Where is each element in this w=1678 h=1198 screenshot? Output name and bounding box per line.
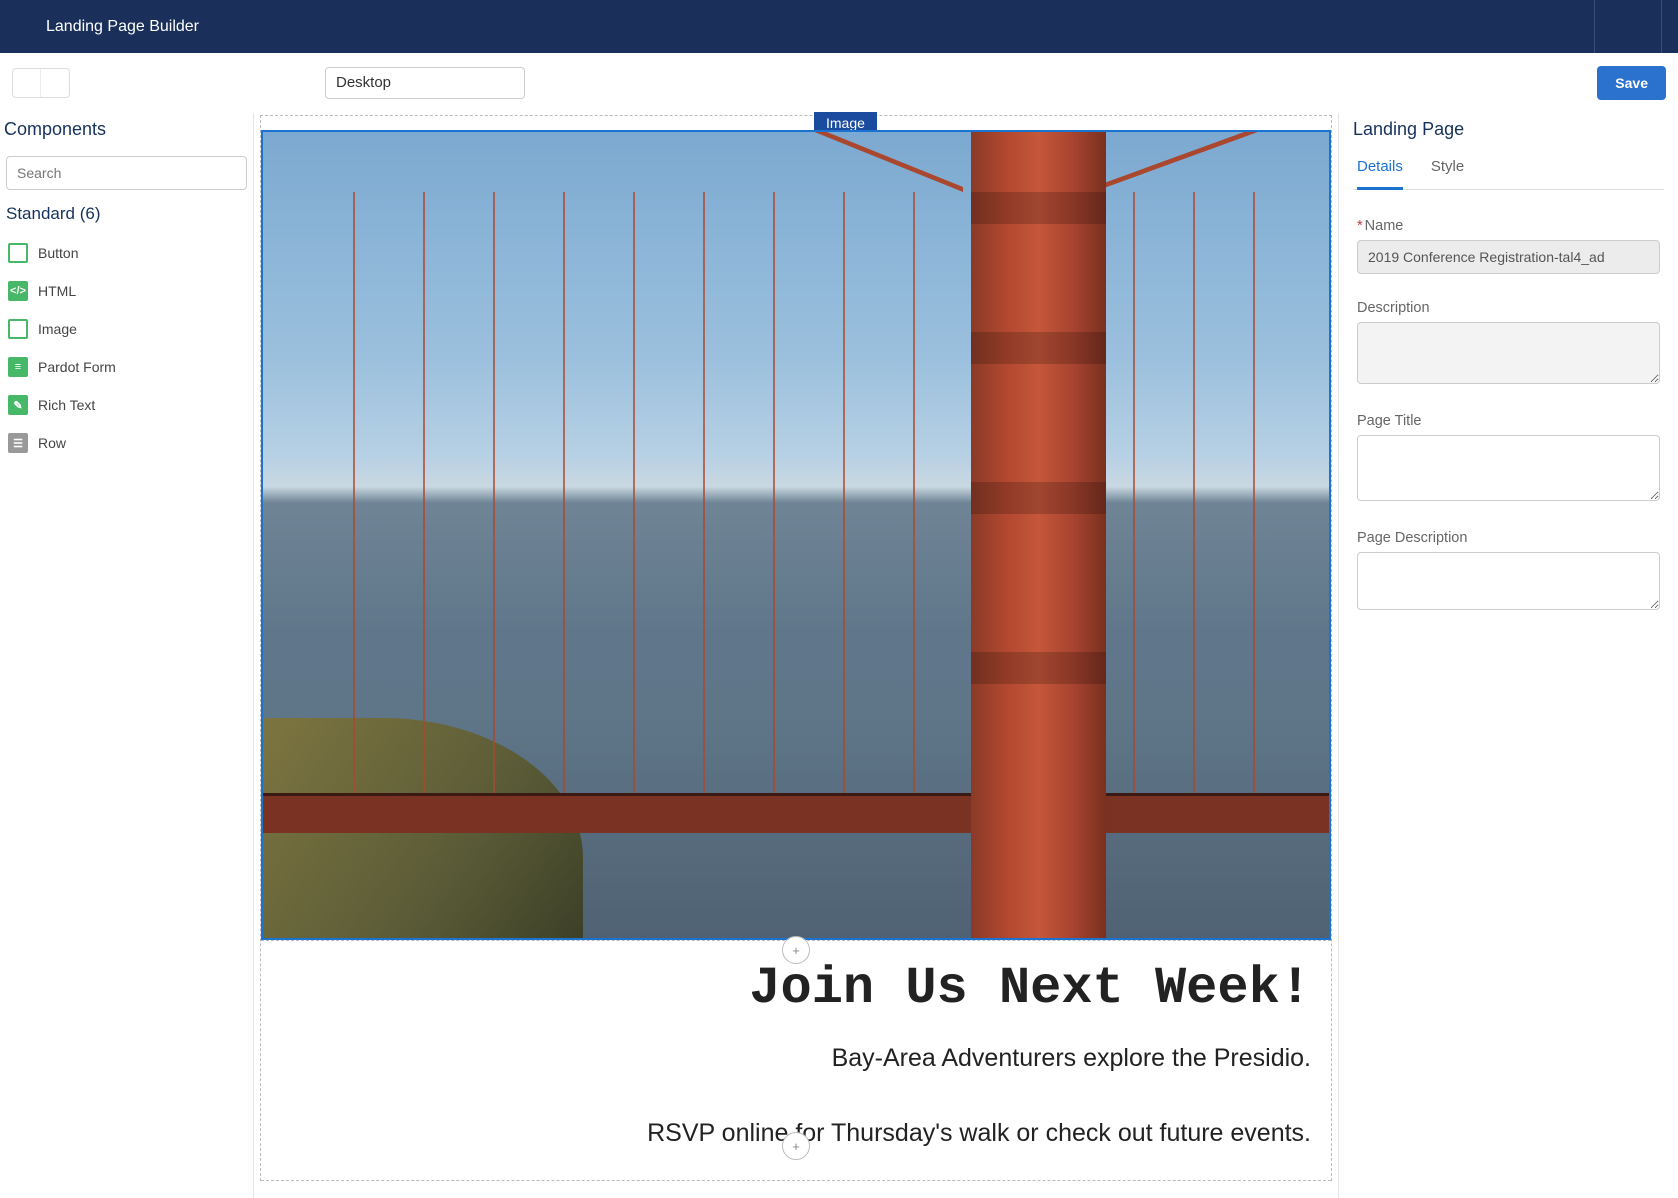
history-buttons <box>12 68 70 98</box>
page-title-field[interactable] <box>1357 435 1660 501</box>
component-html[interactable]: </> HTML <box>0 272 253 310</box>
page-title-label: Page Title <box>1357 413 1660 429</box>
richtext-icon: ✎ <box>8 395 28 415</box>
builder-toolbar: Desktop Save <box>0 53 1678 113</box>
undo-button[interactable] <box>13 69 41 97</box>
redo-button[interactable] <box>41 69 69 97</box>
insert-row-button[interactable]: + <box>782 936 810 964</box>
image-component-selected[interactable] <box>261 130 1331 940</box>
component-row[interactable]: ☰ Row <box>0 424 253 462</box>
page-description-field[interactable] <box>1357 552 1660 610</box>
components-group-label: Standard (6) <box>0 204 253 234</box>
tab-details[interactable]: Details <box>1357 158 1403 190</box>
app-title: Landing Page Builder <box>46 18 199 36</box>
component-label: HTML <box>38 283 76 299</box>
name-field[interactable] <box>1357 240 1660 274</box>
name-label: *Name <box>1357 218 1660 234</box>
device-preview-select[interactable]: Desktop <box>325 67 525 99</box>
component-label: Image <box>38 321 77 337</box>
row-icon: ☰ <box>8 433 28 453</box>
save-button[interactable]: Save <box>1597 66 1666 100</box>
page-description-label: Page Description <box>1357 530 1660 546</box>
components-search-input[interactable] <box>6 156 247 190</box>
component-label: Button <box>38 245 78 261</box>
form-icon: ≡ <box>8 357 28 377</box>
components-panel: Components Standard (6) A Button </> HTM… <box>0 113 254 1198</box>
properties-panel: Landing Page Details Style *Name Descrip… <box>1338 113 1678 1198</box>
component-label: Rich Text <box>38 397 95 413</box>
hero-image <box>263 132 1329 938</box>
component-rich-text[interactable]: ✎ Rich Text <box>0 386 253 424</box>
heading-text: Join Us Next Week! <box>281 959 1311 1018</box>
header-right-slot <box>1594 0 1662 53</box>
component-label: Row <box>38 435 66 451</box>
properties-title: Landing Page <box>1353 113 1664 158</box>
image-icon: ▣ <box>8 319 28 339</box>
component-label: Pardot Form <box>38 359 116 375</box>
component-image[interactable]: ▣ Image <box>0 310 253 348</box>
properties-tabs: Details Style <box>1353 158 1664 190</box>
subheading-text-1: Bay-Area Adventurers explore the Presidi… <box>281 1044 1311 1073</box>
description-label: Description <box>1357 300 1660 316</box>
description-field[interactable] <box>1357 322 1660 384</box>
component-button[interactable]: A Button <box>0 234 253 272</box>
tab-style[interactable]: Style <box>1431 158 1464 189</box>
component-pardot-form[interactable]: ≡ Pardot Form <box>0 348 253 386</box>
html-icon: </> <box>8 281 28 301</box>
canvas[interactable]: Image <box>254 113 1338 1198</box>
components-title: Components <box>0 113 253 156</box>
insert-row-button[interactable]: + <box>782 1132 810 1160</box>
button-icon: A <box>8 243 28 263</box>
app-header: Landing Page Builder <box>0 0 1678 53</box>
device-preview-value: Desktop <box>336 74 391 91</box>
